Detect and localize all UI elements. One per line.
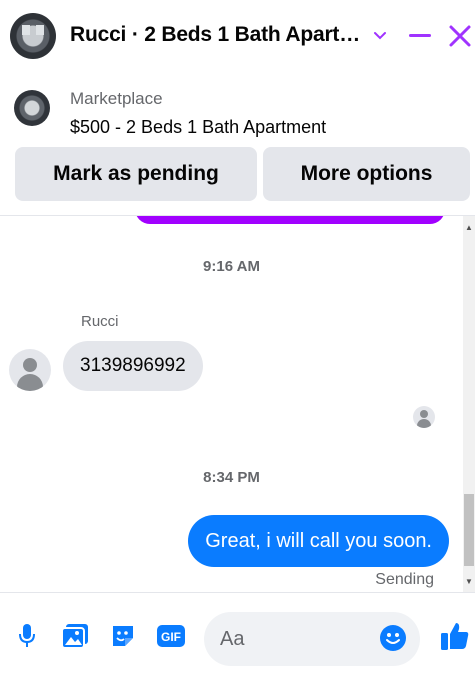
microphone-icon[interactable]	[12, 621, 42, 651]
thumbs-up-icon[interactable]	[438, 619, 472, 653]
timestamp: 8:34 PM	[203, 469, 260, 486]
scrollbar[interactable]: ▲ ▼	[463, 216, 475, 592]
marketplace-listing-card: Marketplace $500 - 2 Beds 1 Bath Apartme…	[0, 72, 475, 216]
gif-icon[interactable]: GIF	[156, 621, 186, 651]
contact-avatar[interactable]	[10, 13, 56, 59]
message-input[interactable]	[220, 612, 380, 666]
mark-as-pending-button[interactable]: Mark as pending	[15, 147, 257, 201]
received-message-bubble[interactable]: 3139896992	[63, 341, 203, 391]
message-composer: GIF	[0, 592, 475, 673]
timestamp: 9:16 AM	[203, 258, 260, 275]
listing-title[interactable]: $500 - 2 Beds 1 Bath Apartment	[70, 117, 326, 138]
sent-message-bubble[interactable]: Great, i will call you soon.	[188, 515, 449, 567]
scrollbar-thumb[interactable]	[464, 494, 474, 566]
gif-label: GIF	[161, 630, 181, 644]
listing-thumbnail[interactable]	[14, 90, 50, 126]
previous-sent-bubble	[135, 216, 445, 224]
scroll-down-arrow-icon[interactable]: ▼	[463, 576, 475, 588]
chat-title[interactable]: Rucci · 2 Beds 1 Bath Apart…	[70, 23, 360, 47]
chevron-down-icon[interactable]	[365, 20, 395, 52]
sender-avatar[interactable]	[9, 349, 51, 391]
chat-header: Rucci · 2 Beds 1 Bath Apart…	[0, 0, 475, 72]
more-options-button[interactable]: More options	[263, 147, 470, 201]
marketplace-label: Marketplace	[70, 89, 163, 108]
photo-icon[interactable]	[60, 621, 90, 651]
seen-indicator-avatar	[413, 406, 435, 428]
close-icon[interactable]	[445, 20, 475, 52]
scroll-up-arrow-icon[interactable]: ▲	[463, 222, 475, 234]
message-list[interactable]: 9:16 AM Rucci 3139896992 8:34 PM Great, …	[0, 216, 463, 592]
sticker-icon[interactable]	[108, 621, 138, 651]
sender-name: Rucci	[81, 313, 119, 330]
message-input-wrapper	[204, 612, 420, 666]
minimize-icon[interactable]	[405, 20, 435, 52]
emoji-icon[interactable]	[379, 624, 407, 652]
message-status: Sending	[375, 571, 434, 588]
